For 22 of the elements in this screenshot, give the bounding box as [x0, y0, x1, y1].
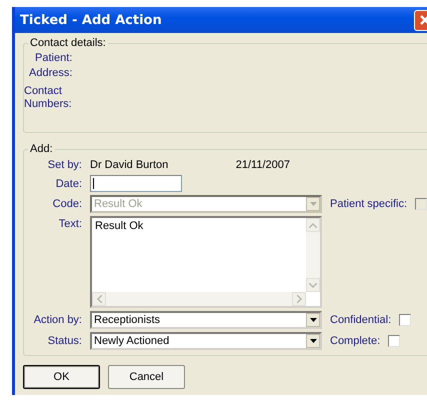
dropdown[interactable]: Receptionists	[90, 311, 322, 329]
dialog-button[interactable]: Cancel	[108, 365, 185, 389]
dropdown[interactable]: Newly Actioned	[90, 332, 322, 350]
checkbox-label: Complete:	[330, 335, 380, 347]
field-label: Patient:	[34, 51, 74, 66]
field-label: Contact Numbers:	[24, 85, 73, 111]
field-label: Address:	[28, 66, 74, 81]
field-label: Action by:	[32, 314, 82, 326]
field-label: Set by:	[46, 158, 82, 170]
text-area[interactable]: Result Ok	[90, 216, 322, 308]
dialog-button[interactable]: OK	[23, 365, 100, 389]
set-by-name: Dr David Burton	[90, 158, 168, 170]
group-legend: Contact details:	[28, 37, 108, 49]
window-title: Ticked - Add Action	[20, 12, 162, 28]
field-label: Status:	[46, 335, 82, 347]
field-label: Code:	[52, 198, 82, 210]
checkbox-label: Patient specific:	[330, 198, 408, 210]
field-label: Text:	[58, 217, 82, 230]
checkbox-label: Confidential:	[330, 314, 392, 326]
group-legend: Add:	[28, 143, 55, 155]
field-label: Date:	[54, 178, 82, 190]
set-by-date: 21/11/2007	[236, 158, 290, 170]
